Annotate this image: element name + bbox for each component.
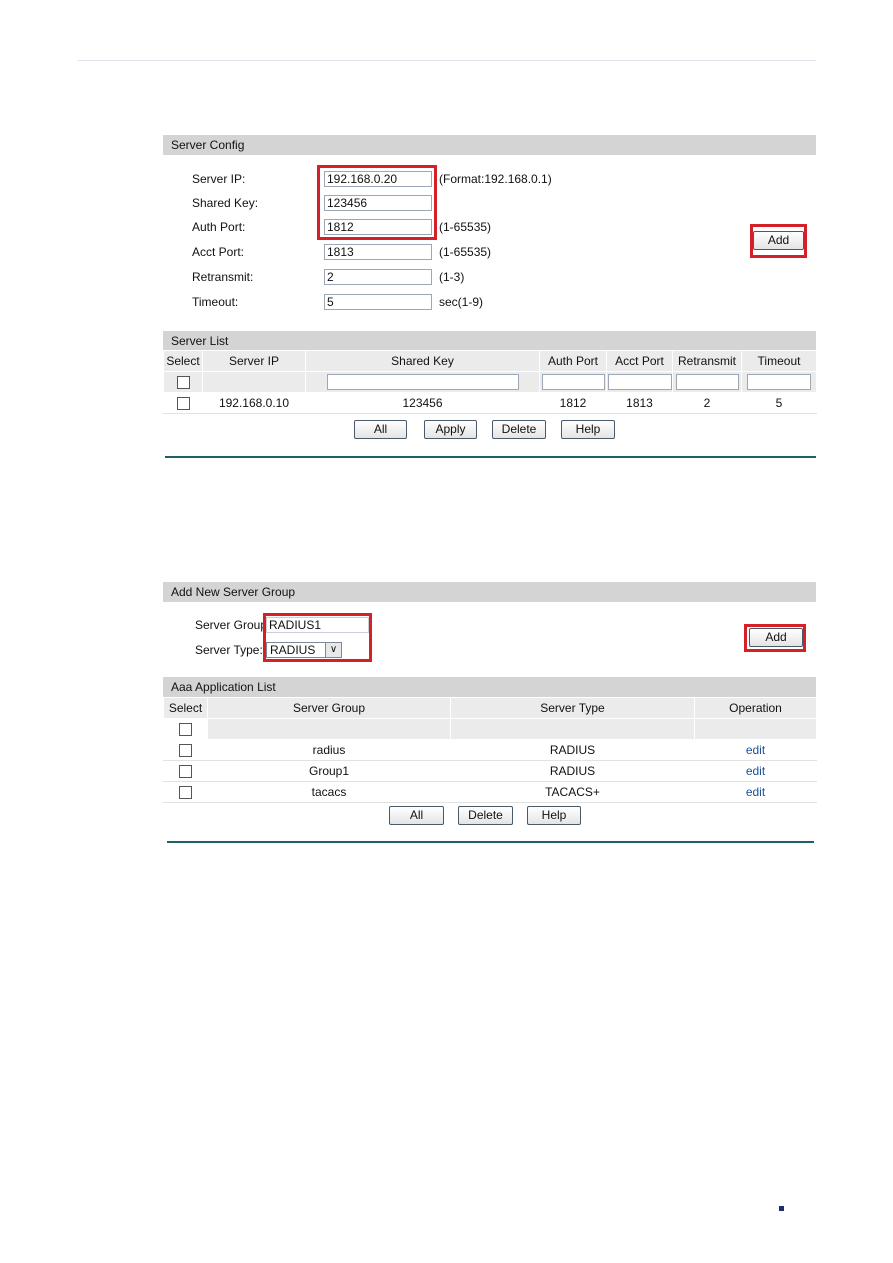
retransmit-input[interactable]: 2 xyxy=(324,269,432,285)
cell-server-ip: 192.168.0.10 xyxy=(202,392,306,414)
col-shared-key: Shared Key xyxy=(305,350,540,372)
filter-retransmit[interactable] xyxy=(675,374,739,390)
timeout-input[interactable]: 5 xyxy=(324,294,432,310)
acct-port-input[interactable]: 1813 xyxy=(324,244,432,260)
col-timeout: Timeout xyxy=(741,350,817,372)
col-server-ip: Server IP xyxy=(202,350,306,372)
cell-server-type: RADIUS xyxy=(450,739,695,761)
page: Server Config Server IP: 192.168.0.20 (F… xyxy=(0,0,893,1263)
server-list-table: Select Server IP Shared Key Auth Port Ac… xyxy=(163,350,817,414)
acct-port-hint: (1-65535) xyxy=(439,245,492,259)
retransmit-hint: (1-3) xyxy=(439,270,465,284)
col-server-group: Server Group xyxy=(207,697,451,719)
delete-button[interactable]: Delete xyxy=(492,420,546,439)
help-button[interactable]: Help xyxy=(527,806,581,825)
filter-row xyxy=(163,371,817,393)
table-row: tacacs TACACS+ edit xyxy=(163,781,817,803)
filter-shared-key[interactable] xyxy=(326,374,519,390)
timeout-label: Timeout: xyxy=(192,295,239,309)
cell-server-type: TACACS+ xyxy=(450,781,695,803)
server-list-header: Server List xyxy=(163,331,816,351)
col-retransmit: Retransmit xyxy=(672,350,742,372)
server-group-label: Server Group: xyxy=(195,618,271,632)
col-select: Select xyxy=(163,697,208,719)
timeout-hint: sec(1-9) xyxy=(439,295,484,309)
cell-server-group: radius xyxy=(207,739,451,761)
table-row: Group1 RADIUS edit xyxy=(163,760,817,782)
filter-auth-port[interactable] xyxy=(541,374,605,390)
apply-button[interactable]: Apply xyxy=(424,420,477,439)
acct-port-label: Acct Port: xyxy=(192,245,245,259)
col-auth-port: Auth Port xyxy=(539,350,607,372)
select-all-checkbox[interactable] xyxy=(179,723,192,737)
highlight-box xyxy=(263,613,372,662)
row-checkbox[interactable] xyxy=(179,786,192,800)
row-checkbox[interactable] xyxy=(176,397,190,411)
table-row: 192.168.0.10 123456 1812 1813 2 5 xyxy=(163,392,817,414)
auth-port-hint: (1-65535) xyxy=(439,220,492,234)
all-button[interactable]: All xyxy=(354,420,407,439)
divider xyxy=(167,841,814,843)
auth-port-label: Auth Port: xyxy=(192,220,246,234)
table-row: radius RADIUS edit xyxy=(163,739,817,761)
row-checkbox[interactable] xyxy=(179,744,192,758)
server-ip-hint: (Format:192.168.0.1) xyxy=(439,172,552,186)
app-list-header: Aaa Application List xyxy=(163,677,816,697)
cell-shared-key: 123456 xyxy=(305,392,540,414)
filter-acct-port[interactable] xyxy=(607,374,672,390)
cell-server-group: Group1 xyxy=(207,760,451,782)
row-checkbox[interactable] xyxy=(179,765,192,779)
col-select: Select xyxy=(163,350,203,372)
server-config-header: Server Config xyxy=(163,135,816,155)
add-group-header: Add New Server Group xyxy=(163,582,816,602)
all-button[interactable]: All xyxy=(389,806,444,825)
top-rule xyxy=(78,60,816,61)
shared-key-label: Shared Key: xyxy=(192,196,259,210)
retransmit-label: Retransmit: xyxy=(192,270,254,284)
help-button[interactable]: Help xyxy=(561,420,615,439)
server-type-label: Server Type: xyxy=(195,643,263,657)
highlight-box xyxy=(317,165,437,240)
col-acct-port: Acct Port xyxy=(606,350,673,372)
server-ip-label: Server IP: xyxy=(192,172,246,186)
filter-timeout[interactable] xyxy=(747,374,811,390)
app-list-table: Select Server Group Server Type Operatio… xyxy=(163,697,817,803)
cell-server-group: tacacs xyxy=(207,781,451,803)
col-server-type: Server Type xyxy=(450,697,695,719)
edit-link[interactable]: edit xyxy=(746,743,765,757)
page-marker xyxy=(779,1206,784,1211)
delete-button[interactable]: Delete xyxy=(458,806,513,825)
divider xyxy=(165,456,816,458)
select-all-checkbox[interactable] xyxy=(176,376,190,390)
cell-auth-port: 1812 xyxy=(539,392,607,414)
filter-row xyxy=(163,718,817,740)
cell-retransmit: 2 xyxy=(672,392,742,414)
cell-acct-port: 1813 xyxy=(606,392,673,414)
highlight-box xyxy=(744,624,806,652)
highlight-box xyxy=(750,224,807,258)
cell-server-type: RADIUS xyxy=(450,760,695,782)
edit-link[interactable]: edit xyxy=(746,764,765,778)
col-operation: Operation xyxy=(694,697,817,719)
edit-link[interactable]: edit xyxy=(746,785,765,799)
cell-timeout: 5 xyxy=(741,392,817,414)
